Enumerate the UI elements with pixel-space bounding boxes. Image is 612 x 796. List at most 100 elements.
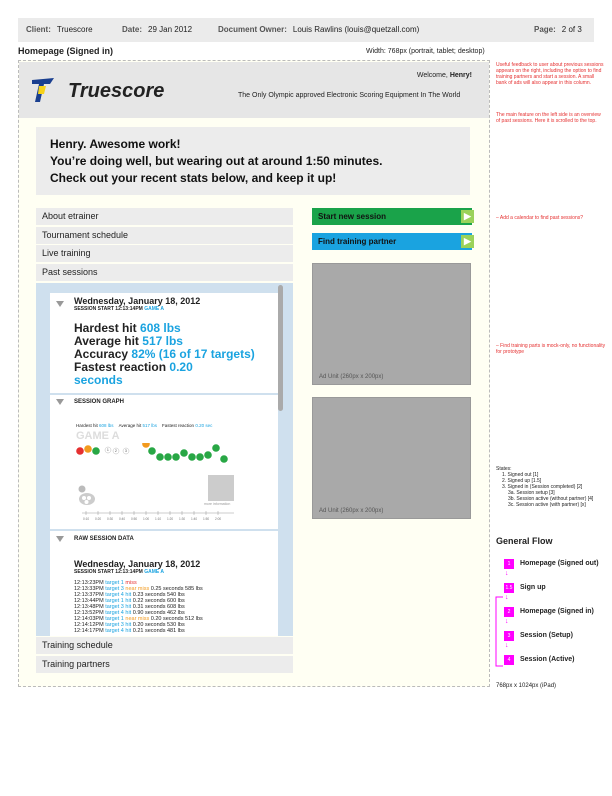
graph-point: [188, 453, 196, 461]
graph-point-label: 3: [125, 449, 127, 453]
owner-field: Document Owner: Louis Rawlins (louis@quet…: [218, 25, 420, 34]
encouragement-banner: Henry. Awesome work! You’re doing well, …: [36, 127, 470, 195]
graph-point: [220, 455, 228, 463]
graph-tick-label: 2:00: [215, 517, 221, 521]
document-header: Client: Truescore Date: 29 Jan 2012 Docume…: [18, 18, 594, 42]
date-field: Date: 29 Jan 2012: [122, 25, 193, 34]
page-title: Homepage (Signed in): [18, 46, 114, 56]
flow-step-label[interactable]: Homepage (Signed in): [520, 608, 594, 615]
flow-arrow-icon: ↓: [505, 642, 509, 649]
flow-title: General Flow: [496, 536, 553, 546]
flow-loop-bracket: [495, 596, 503, 667]
graph-tick-label: 0:20: [95, 517, 101, 521]
raw-data-row: 12:14:17PM target 4 hit 0.21 seconds 481…: [74, 628, 185, 634]
graph-tick-label: 1:40: [191, 517, 197, 521]
nav-about[interactable]: About etrainer: [36, 208, 293, 225]
raw-title: RAW SESSION DATA: [74, 536, 134, 542]
start-session-button[interactable]: Start new session ▶: [312, 208, 474, 225]
flow-step-label[interactable]: Sign up: [520, 584, 546, 591]
stat-fastest-unit: seconds: [74, 373, 123, 387]
ad-unit-2[interactable]: Ad Unit (260px x 200px): [312, 397, 471, 519]
graph-title: SESSION GRAPH: [74, 399, 125, 405]
ipad-note: 768px x 1024px (iPad): [496, 683, 557, 689]
graph-tick-label: 1:10: [155, 517, 161, 521]
flow-arrow-icon: ↓: [505, 618, 509, 625]
ad-unit-1[interactable]: Ad Unit (260px x 200px): [312, 263, 471, 385]
flow-arrow-icon: ↓: [505, 594, 509, 601]
graph-point: [76, 447, 84, 455]
note-calendar: – Add a calendar to find past sessions?: [496, 215, 584, 221]
note-partners: – Find training parts is mock-only, no f…: [496, 343, 606, 355]
raw-data-card: RAW SESSION DATA Wednesday, January 18, …: [50, 531, 278, 636]
graph-point: [148, 447, 156, 455]
state-item: 3c. Session active (with partner) [x]: [508, 502, 586, 508]
graph-tick-label: 0:10: [83, 517, 89, 521]
arrow-right-icon: ▶: [461, 210, 474, 223]
session-stats: Hardest hit 608 lbs Average hit 517 lbs …: [74, 322, 255, 387]
graph-legend: Hardest hit 608 lbs Average hit 517 lbs …: [76, 423, 213, 428]
graph-point: [204, 451, 212, 459]
graph-point: [156, 453, 164, 461]
nav-tournament[interactable]: Tournament schedule: [36, 227, 293, 244]
graph-point-label: 2: [115, 449, 117, 453]
collapse-icon[interactable]: [56, 399, 64, 405]
session-graph-card: SESSION GRAPH Hardest hit 608 lbs Averag…: [50, 395, 278, 529]
note-right-column: Useful feedback to user about previous s…: [496, 62, 604, 86]
nav-training-schedule[interactable]: Training schedule: [36, 637, 293, 654]
athlete-icon: [76, 485, 96, 507]
raw-data-list: 12:13:23PM target 1 miss 12:13:33PM targ…: [74, 580, 203, 634]
graph-point: [180, 449, 188, 457]
graph-point: [172, 453, 180, 461]
graph-game-label: GAME A: [76, 430, 120, 442]
graph-image-note: more information: [204, 502, 231, 506]
welcome-message: Welcome, Henry!: [416, 72, 472, 79]
flow-step-number: 1: [504, 559, 514, 569]
nav-past-sessions[interactable]: Past sessions: [36, 264, 293, 281]
nav-training-partners[interactable]: Training partners: [36, 656, 293, 673]
raw-session-date: Wednesday, January 18, 2012: [74, 559, 201, 569]
graph-image-placeholder: [208, 475, 234, 501]
find-partner-button[interactable]: Find training partner ▶: [312, 233, 474, 250]
flow-step-label[interactable]: Homepage (Signed out): [520, 560, 599, 567]
graph-point: [164, 453, 172, 461]
flow-step-number: 1.5: [504, 583, 514, 593]
graph-point: [84, 445, 92, 453]
user-name[interactable]: Henry!: [450, 72, 472, 79]
graph-point-label: 1: [107, 448, 109, 452]
banner-line-2: You’re doing well, but wearing out at ar…: [50, 154, 383, 168]
truescore-logo[interactable]: [30, 76, 56, 104]
graph-tick-label: 1:30: [179, 517, 185, 521]
flow-step-number: 2: [504, 607, 514, 617]
session-summary-card: Wednesday, January 18, 2012 SESSION STAR…: [50, 293, 278, 393]
arrow-right-icon: ▶: [461, 235, 474, 248]
graph-tick-label: 0:50: [131, 517, 137, 521]
session-date: Wednesday, January 18, 2012: [74, 296, 201, 306]
collapse-icon[interactable]: [56, 536, 64, 542]
brand-name[interactable]: Truescore: [68, 80, 164, 103]
graph-point: [92, 447, 100, 455]
nav-live-training[interactable]: Live training: [36, 245, 293, 262]
brand-tagline: The Only Olympic approved Electronic Sco…: [238, 92, 461, 99]
banner-line-3: Check out your recent stats below, and k…: [50, 171, 337, 185]
width-note: Width: 768px (portrait, tablet; desktop): [366, 48, 485, 55]
past-sessions-panel[interactable]: Wednesday, January 18, 2012 SESSION STAR…: [36, 283, 293, 636]
banner-line-1: Henry. Awesome work!: [50, 137, 181, 151]
graph-point: [142, 443, 150, 448]
panel-scrollbar[interactable]: [278, 285, 283, 411]
states-list: States: 1. Signed out [1] 2. Signed up [1…: [496, 466, 593, 508]
collapse-icon[interactable]: [56, 301, 64, 307]
flow-step-number: 3: [504, 631, 514, 641]
graph-tick-label: 1:50: [203, 517, 209, 521]
flow-step-label[interactable]: Session (Setup): [520, 632, 573, 639]
page-field: Page: 2 of 3: [534, 25, 582, 34]
session-graph[interactable]: 0:10 0:20 0:30 0:40 0:50 1:00 1:10 1:20 1:30 1:40…: [74, 443, 264, 523]
graph-tick-label: 0:40: [119, 517, 125, 521]
session-start: SESSION START 12:13:14PM GAME A: [74, 306, 165, 312]
flow-step-number: 4: [504, 655, 514, 665]
graph-point: [196, 453, 204, 461]
graph-tick-label: 1:20: [167, 517, 173, 521]
note-left-side: The main feature on the left side is an …: [496, 112, 601, 124]
client-field: Client: Truescore: [26, 25, 93, 34]
flow-arrow-icon: ↓: [505, 570, 509, 577]
flow-step-label[interactable]: Session (Active): [520, 656, 574, 663]
